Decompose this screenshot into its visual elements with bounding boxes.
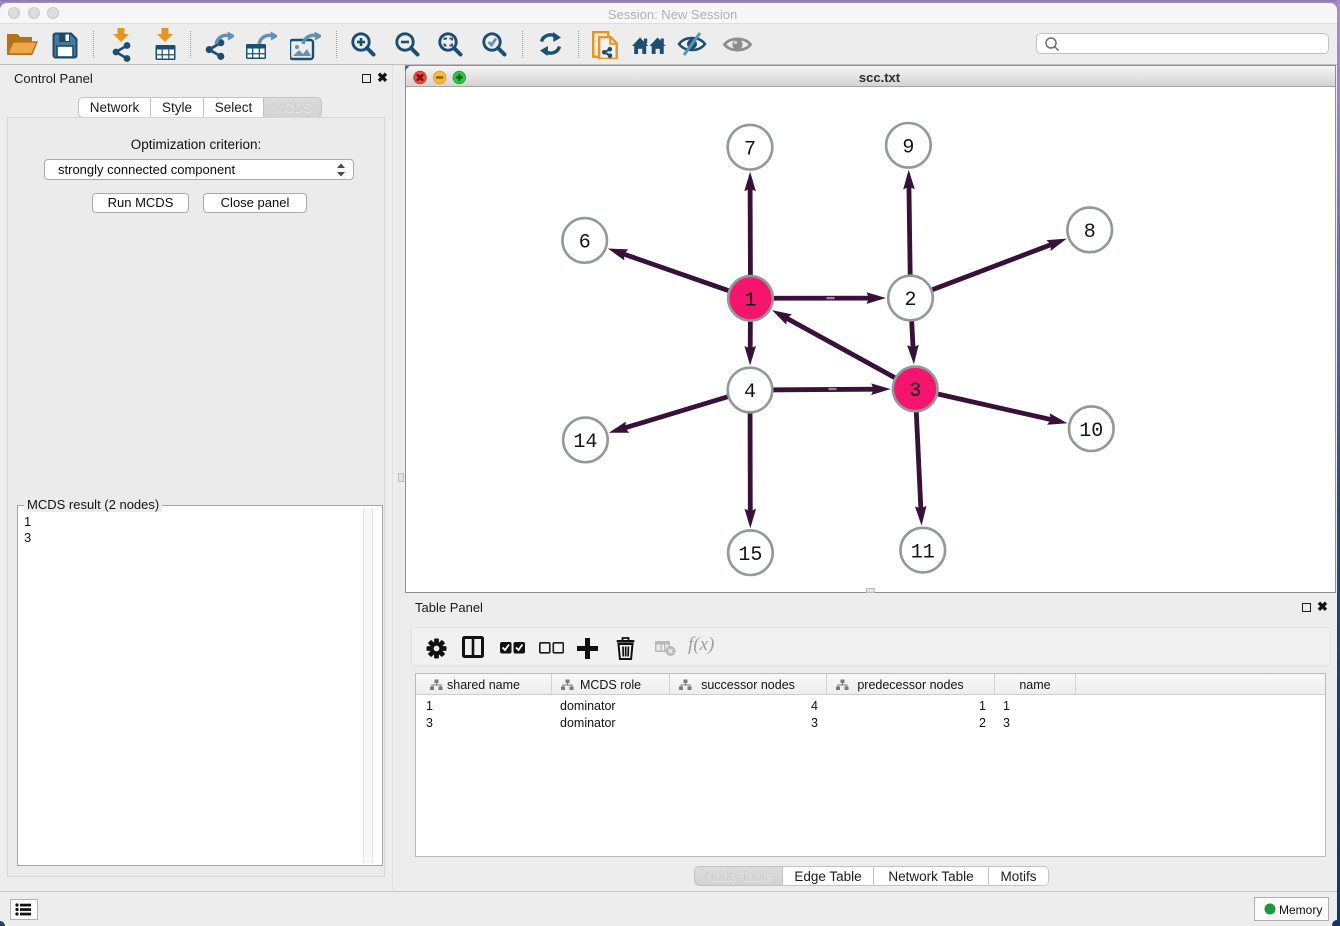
- svg-text:14: 14: [573, 431, 597, 454]
- svg-text:4: 4: [744, 381, 756, 404]
- svg-text:6: 6: [579, 232, 591, 255]
- svg-text:7: 7: [744, 138, 756, 161]
- svg-text:3: 3: [909, 380, 921, 403]
- svg-text:2: 2: [904, 289, 916, 312]
- svg-text:9: 9: [902, 137, 914, 160]
- svg-text:15: 15: [738, 544, 762, 567]
- svg-text:1: 1: [744, 290, 756, 313]
- svg-text:11: 11: [911, 541, 935, 564]
- svg-text:10: 10: [1079, 420, 1103, 443]
- svg-text:8: 8: [1084, 221, 1096, 244]
